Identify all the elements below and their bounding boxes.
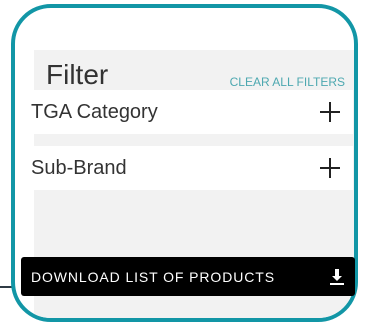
filter-section-sub-brand[interactable]: Sub-Brand [19,146,353,190]
filter-section-label: TGA Category [31,100,158,123]
plus-icon[interactable] [320,102,340,122]
download-icon [330,268,344,285]
filter-title: Filter [46,59,109,90]
clear-all-filters-link[interactable]: CLEAR ALL FILTERS [230,75,345,89]
plus-icon[interactable] [320,158,340,178]
filter-section-label: Sub-Brand [31,156,127,179]
download-button-label: DOWNLOAD LIST OF PRODUCTS [31,268,275,285]
download-products-button[interactable]: DOWNLOAD LIST OF PRODUCTS [21,257,355,296]
filter-section-tga-category[interactable]: TGA Category [19,90,353,134]
